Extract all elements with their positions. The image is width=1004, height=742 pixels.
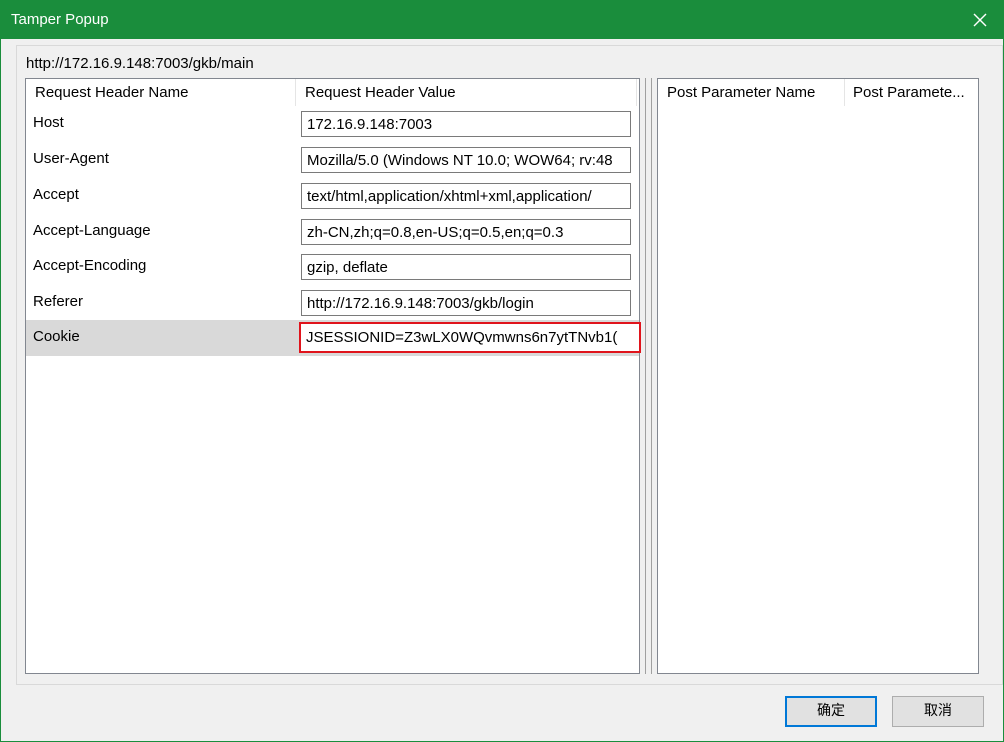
request-headers-table[interactable]: Request Header Name Request Header Value… bbox=[25, 78, 641, 674]
table-row[interactable]: User-Agent bbox=[26, 142, 639, 178]
header-value-input[interactable] bbox=[301, 183, 631, 209]
column-header-post-name[interactable]: Post Parameter Name bbox=[658, 79, 845, 106]
column-header-post-value[interactable]: Post Paramete... bbox=[845, 79, 978, 106]
cancel-button[interactable]: 取消 bbox=[892, 696, 984, 727]
header-name: Host bbox=[33, 114, 64, 131]
table-row[interactable]: Referer bbox=[26, 285, 639, 321]
ok-button[interactable]: 确定 bbox=[785, 696, 877, 727]
request-url: http://172.16.9.148:7003/gkb/main bbox=[26, 55, 254, 72]
header-value-input[interactable] bbox=[301, 111, 631, 137]
column-header-value[interactable]: Request Header Value bbox=[296, 79, 637, 106]
header-name: Accept-Language bbox=[33, 222, 151, 239]
table-row[interactable]: Accept-Language bbox=[26, 214, 639, 250]
header-value-input[interactable] bbox=[301, 219, 631, 245]
tamper-popup-window: Tamper Popup http://172.16.9.148:7003/gk… bbox=[0, 0, 1004, 742]
post-parameters-table[interactable]: Post Parameter Name Post Paramete... bbox=[657, 78, 979, 674]
cookie-value-input[interactable] bbox=[299, 322, 641, 353]
title-bar[interactable]: Tamper Popup bbox=[1, 1, 1003, 39]
header-name: Referer bbox=[33, 293, 84, 310]
table-row[interactable]: Accept bbox=[26, 178, 639, 214]
header-value-input[interactable] bbox=[301, 147, 631, 173]
header-name: Accept-Encoding bbox=[33, 257, 147, 274]
header-value-input[interactable] bbox=[301, 254, 631, 280]
window-title: Tamper Popup bbox=[11, 11, 109, 28]
header-name: Cookie bbox=[33, 328, 80, 345]
header-name: Accept bbox=[33, 186, 79, 203]
close-button[interactable] bbox=[957, 1, 1003, 39]
header-name: User-Agent bbox=[33, 150, 109, 167]
column-header-name[interactable]: Request Header Name bbox=[26, 79, 296, 106]
table-row[interactable]: Accept-Encoding bbox=[26, 249, 639, 285]
panel-splitter[interactable] bbox=[645, 78, 652, 674]
table-row[interactable]: Host bbox=[26, 106, 639, 142]
table-row-selected[interactable]: Cookie bbox=[26, 320, 641, 356]
header-value-input[interactable] bbox=[301, 290, 631, 316]
close-icon bbox=[973, 13, 987, 27]
